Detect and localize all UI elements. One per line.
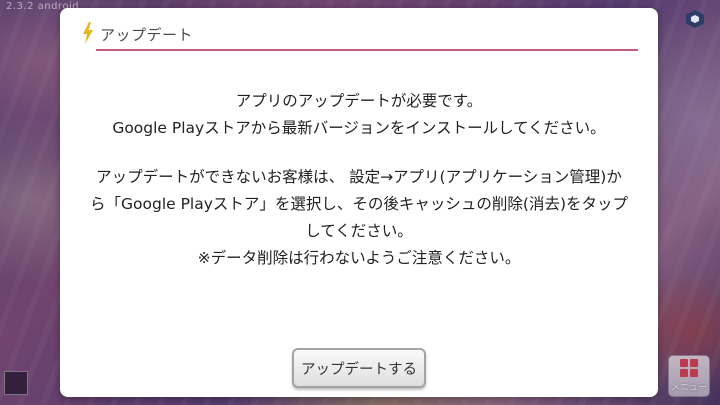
dialog-title: アップデート bbox=[100, 26, 194, 44]
dialog-message: アプリのアップデートが必要です。 Google Playストアから最新バージョン… bbox=[90, 88, 628, 272]
footer-credit bbox=[4, 371, 62, 401]
update-button[interactable]: アップデートする bbox=[292, 348, 426, 388]
lightning-icon bbox=[83, 22, 93, 44]
message-line-install: Google Playストアから最新バージョンをインストールしてください。 bbox=[112, 119, 606, 137]
header-divider bbox=[96, 49, 638, 51]
menu-button[interactable]: メニュー bbox=[668, 355, 710, 397]
logo-hex-icon bbox=[686, 10, 704, 28]
menu-label: メニュー bbox=[670, 383, 707, 393]
grid-icon bbox=[680, 359, 698, 377]
message-line-cache-instructions: アップデートができないお客様は、 設定→アプリ(アプリケーション管理)から「Go… bbox=[90, 168, 629, 240]
dialog-header: アップデート bbox=[78, 18, 638, 51]
message-line-warning: ※データ削除は行わないようご注意ください。 bbox=[197, 249, 521, 267]
update-dialog: アップデート アプリのアップデートが必要です。 Google Playストアから… bbox=[60, 8, 658, 397]
credit-icon bbox=[4, 371, 28, 395]
chunithm-logo bbox=[674, 10, 716, 44]
message-paragraph-1: アプリのアップデートが必要です。 Google Playストアから最新バージョン… bbox=[90, 88, 628, 142]
message-paragraph-2: アップデートができないお客様は、 設定→アプリ(アプリケーション管理)から「Go… bbox=[90, 164, 628, 272]
message-line-required: アプリのアップデートが必要です。 bbox=[235, 92, 483, 110]
